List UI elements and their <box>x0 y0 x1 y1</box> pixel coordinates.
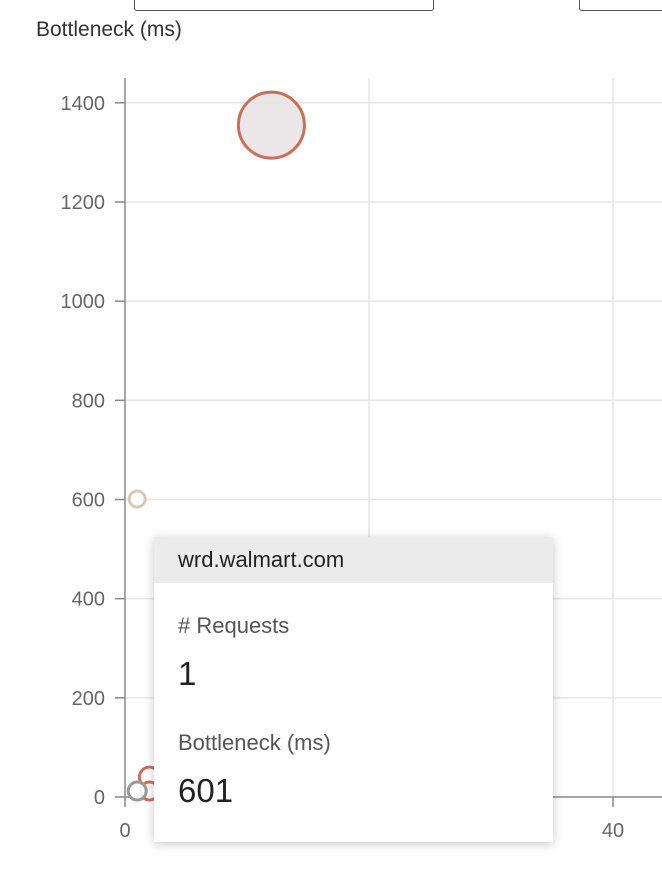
y-tick-label: 400 <box>72 589 105 611</box>
tooltip: wrd.walmart.com # Requests 1 Bottleneck … <box>154 537 553 842</box>
y-tick-label: 1000 <box>61 291 106 313</box>
y-tick-label: 800 <box>72 390 105 412</box>
x-tick-label: 0 <box>119 820 130 842</box>
y-tick-label: 1400 <box>61 93 106 115</box>
tooltip-bottleneck-value: 601 <box>178 772 234 809</box>
data-point <box>126 780 148 802</box>
tooltip-requests-value: 1 <box>178 655 197 692</box>
y-tick-label: 1200 <box>61 192 106 214</box>
tooltip-title: wrd.walmart.com <box>154 537 553 583</box>
x-tick-label: 40 <box>602 820 624 842</box>
data-point <box>236 90 306 160</box>
y-tick-label: 200 <box>72 688 105 710</box>
y-tick-label: 0 <box>94 787 105 809</box>
data-point <box>127 489 147 509</box>
tooltip-bottleneck-label: Bottleneck (ms) <box>178 730 331 755</box>
tooltip-requests-label: # Requests <box>178 613 290 638</box>
y-tick-label: 600 <box>72 489 105 511</box>
